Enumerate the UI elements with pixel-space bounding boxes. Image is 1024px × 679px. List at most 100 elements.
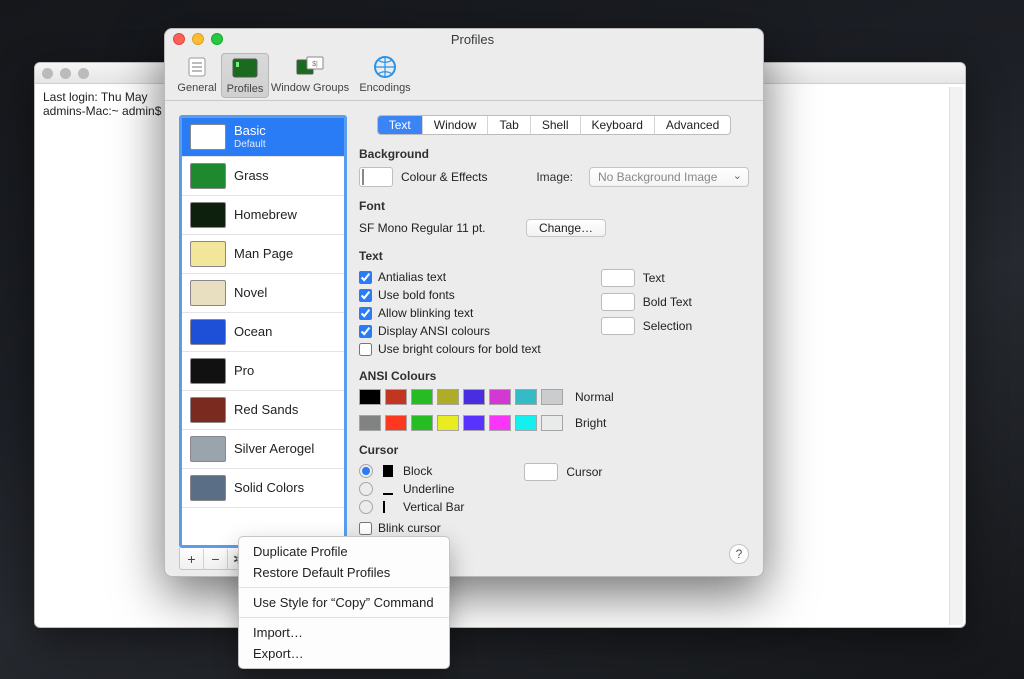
profile-item-homebrew[interactable]: Homebrew <box>182 196 344 235</box>
colour-effects-label: Colour & Effects <box>401 170 487 184</box>
profile-thumbnail <box>190 358 226 384</box>
menu-use-style-copy[interactable]: Use Style for “Copy” Command <box>239 592 449 613</box>
profile-item-man-page[interactable]: Man Page <box>182 235 344 274</box>
profile-item-grass[interactable]: Grass <box>182 157 344 196</box>
profile-name: Basic <box>234 124 266 139</box>
profile-thumbnail <box>190 475 226 501</box>
menu-export[interactable]: Export… <box>239 643 449 664</box>
remove-profile-button[interactable]: − <box>204 549 228 569</box>
bold-text-color-well[interactable]: Bold Text <box>601 293 692 311</box>
ansi-color-well[interactable] <box>359 415 381 431</box>
profile-item-novel[interactable]: Novel <box>182 274 344 313</box>
toolbar-label: Window Groups <box>271 82 349 94</box>
ansi-color-well[interactable] <box>359 389 381 405</box>
toolbar-encodings[interactable]: Encodings <box>351 53 419 96</box>
tab-keyboard[interactable]: Keyboard <box>581 116 655 134</box>
preferences-window: Profiles General Profiles $| Window Grou… <box>164 28 764 577</box>
profile-thumbnail <box>190 241 226 267</box>
ansi-color-well[interactable] <box>489 415 511 431</box>
selection-color-well[interactable]: Selection <box>601 317 692 335</box>
cursor-color-well[interactable]: Cursor <box>524 463 602 481</box>
windows-icon: $| <box>295 55 325 79</box>
bold-fonts-checkbox[interactable]: Use bold fonts <box>359 288 541 302</box>
ansi-color-well[interactable] <box>463 415 485 431</box>
profile-item-red-sands[interactable]: Red Sands <box>182 391 344 430</box>
help-button[interactable]: ? <box>729 544 749 564</box>
add-profile-button[interactable]: + <box>180 549 204 569</box>
antialias-checkbox[interactable]: Antialias text <box>359 270 541 284</box>
menu-restore-defaults[interactable]: Restore Default Profiles <box>239 562 449 583</box>
toolbar-window-groups[interactable]: $| Window Groups <box>269 53 351 96</box>
profile-name: Ocean <box>234 325 272 340</box>
menu-duplicate-profile[interactable]: Duplicate Profile <box>239 541 449 562</box>
ansi-color-well[interactable] <box>515 389 537 405</box>
cursor-underline-radio[interactable]: Underline <box>359 482 464 496</box>
ansi-row-label: Bright <box>575 416 606 430</box>
ansi-row-label: Normal <box>575 390 614 404</box>
tab-advanced[interactable]: Advanced <box>655 116 730 134</box>
ansi-color-well[interactable] <box>437 415 459 431</box>
tab-tab[interactable]: Tab <box>488 116 530 134</box>
ansi-colours-checkbox[interactable]: Display ANSI colours <box>359 324 541 338</box>
toolbar-general[interactable]: General <box>173 53 221 96</box>
block-cursor-icon <box>383 465 393 477</box>
preferences-toolbar: General Profiles $| Window Groups Encodi… <box>165 49 763 101</box>
profile-item-pro[interactable]: Pro <box>182 352 344 391</box>
font-value: SF Mono Regular 11 pt. <box>359 221 486 235</box>
ansi-color-well[interactable] <box>411 389 433 405</box>
blink-cursor-checkbox[interactable]: Blink cursor <box>359 521 464 535</box>
ansi-heading: ANSI Colours <box>359 369 749 383</box>
scrollbar[interactable] <box>949 87 963 625</box>
minimize-icon[interactable] <box>60 68 71 79</box>
change-font-button[interactable]: Change… <box>526 219 606 237</box>
text-color-well[interactable]: Text <box>601 269 692 287</box>
preferences-titlebar[interactable]: Profiles <box>165 29 763 49</box>
profile-name: Man Page <box>234 247 293 262</box>
ansi-color-well[interactable] <box>385 389 407 405</box>
profile-thumbnail <box>190 124 226 150</box>
bright-bold-checkbox[interactable]: Use bright colours for bold text <box>359 342 541 356</box>
toolbar-profiles[interactable]: Profiles <box>221 53 269 98</box>
background-image-popup[interactable]: No Background Image <box>589 167 749 187</box>
window-title: Profiles <box>190 32 755 47</box>
profile-thumbnail <box>190 202 226 228</box>
ansi-color-well[interactable] <box>385 415 407 431</box>
zoom-icon[interactable] <box>78 68 89 79</box>
toolbar-label: Profiles <box>227 83 264 95</box>
profile-name: Solid Colors <box>234 481 304 496</box>
ansi-color-well[interactable] <box>541 415 563 431</box>
terminal-line: Last login: Thu May <box>43 90 148 104</box>
cursor-heading: Cursor <box>359 443 749 457</box>
ansi-color-well[interactable] <box>541 389 563 405</box>
tab-window[interactable]: Window <box>423 116 489 134</box>
text-heading: Text <box>359 249 749 263</box>
svg-text:$|: $| <box>312 61 318 68</box>
cursor-vertical-radio[interactable]: Vertical Bar <box>359 500 464 514</box>
profile-name: Grass <box>234 169 269 184</box>
ansi-color-well[interactable] <box>463 389 485 405</box>
detail-tabs: Text Window Tab Shell Keyboard Advanced <box>359 115 749 135</box>
image-label: Image: <box>536 170 573 184</box>
profile-thumbnail <box>190 280 226 306</box>
profile-item-silver-aerogel[interactable]: Silver Aerogel <box>182 430 344 469</box>
blinking-checkbox[interactable]: Allow blinking text <box>359 306 541 320</box>
ansi-color-well[interactable] <box>437 389 459 405</box>
profile-name: Homebrew <box>234 208 297 223</box>
ansi-color-well[interactable] <box>515 415 537 431</box>
ansi-color-well[interactable] <box>489 389 511 405</box>
profile-list[interactable]: BasicDefault Grass Homebrew Man Page Novel Oc… <box>179 115 347 548</box>
tab-shell[interactable]: Shell <box>531 116 581 134</box>
ansi-color-well[interactable] <box>411 415 433 431</box>
slider-icon <box>182 55 212 79</box>
background-color-well[interactable] <box>359 167 393 187</box>
tab-text[interactable]: Text <box>378 116 423 134</box>
profile-item-solid-colors[interactable]: Solid Colors <box>182 469 344 508</box>
close-icon[interactable] <box>42 68 53 79</box>
profile-detail: Text Window Tab Shell Keyboard Advanced … <box>359 115 749 570</box>
profile-item-basic[interactable]: BasicDefault <box>182 118 344 157</box>
profile-item-ocean[interactable]: Ocean <box>182 313 344 352</box>
menu-import[interactable]: Import… <box>239 622 449 643</box>
cursor-block-radio[interactable]: Block <box>359 464 464 478</box>
profile-thumbnail <box>190 163 226 189</box>
close-icon[interactable] <box>173 33 185 45</box>
